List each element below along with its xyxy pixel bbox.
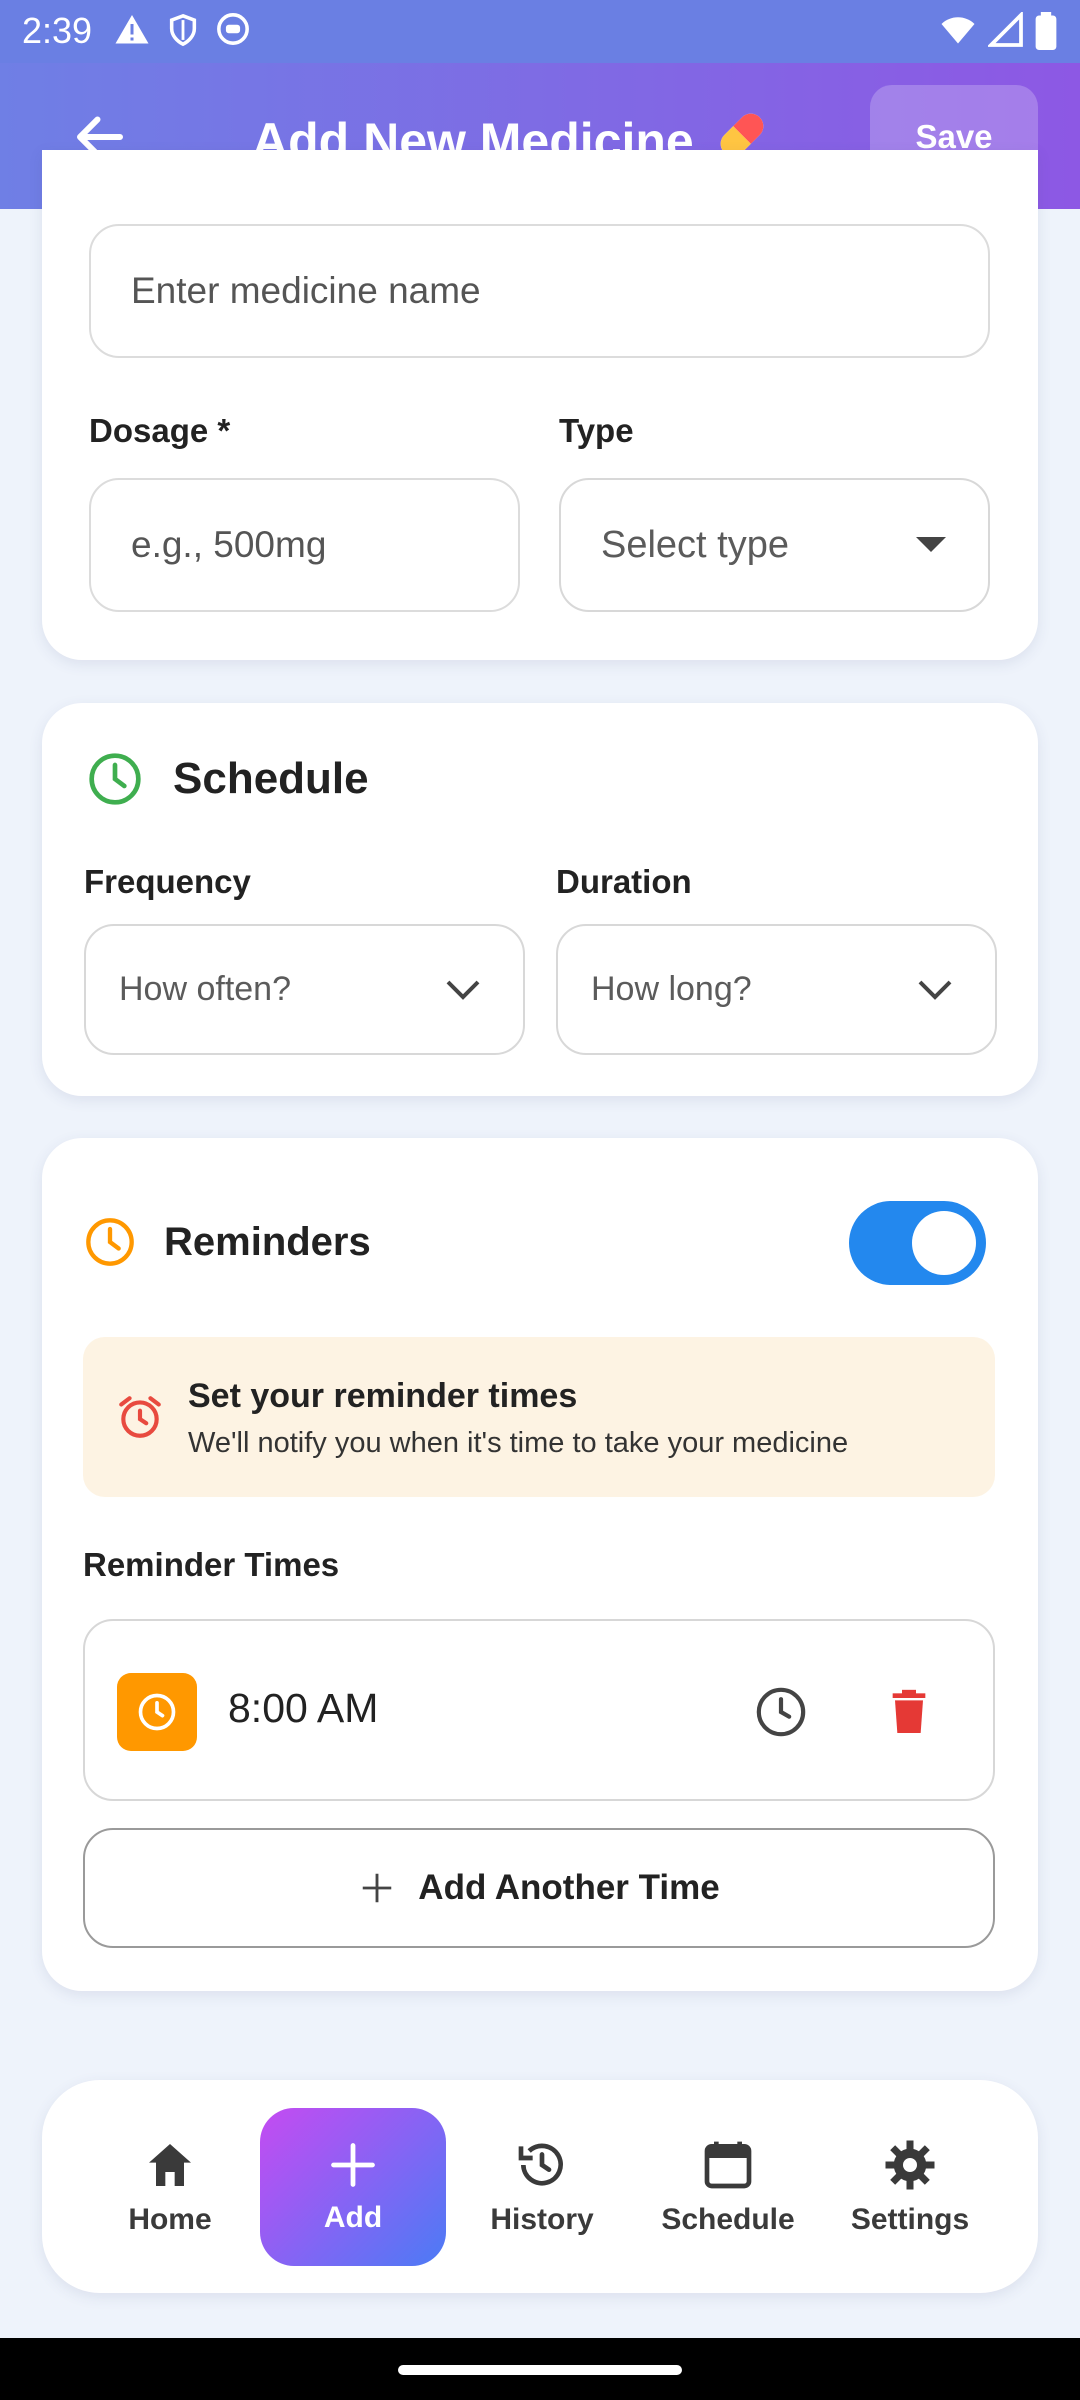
delete-time-button[interactable] <box>881 1684 937 1740</box>
duration-select-value: How long? <box>591 970 752 1008</box>
shield-icon <box>169 13 197 47</box>
reminder-times-label: Reminder Times <box>83 1546 340 1583</box>
nav-item-settings[interactable]: Settings <box>822 2080 998 2293</box>
reminders-title: Reminders <box>164 1219 371 1264</box>
medicine-info-card: Enter medicine name Dosage * e.g., 500mg… <box>42 150 1038 660</box>
nav-label-schedule: Schedule <box>661 2202 795 2236</box>
reminder-info-banner: Set your reminder times We'll notify you… <box>83 1337 995 1497</box>
reminder-info-text: We'll notify you when it's time to take … <box>188 1427 849 1459</box>
bottom-nav: Home Add History Schedule Settings <box>42 2080 1038 2293</box>
wifi-icon <box>941 17 975 44</box>
type-label: Type <box>559 412 634 449</box>
history-icon <box>518 2143 563 2186</box>
clock-icon <box>86 1218 134 1266</box>
add-another-time-label: Add Another Time <box>418 1868 720 1907</box>
type-select-value: Select type <box>601 523 789 566</box>
nav-item-add[interactable]: Add <box>260 2108 446 2266</box>
alarm-clock-icon <box>119 1396 161 1438</box>
gear-icon <box>885 2140 935 2189</box>
reminder-time-row: 8:00 AM <box>83 1619 995 1801</box>
nav-item-schedule[interactable]: Schedule <box>640 2080 816 2293</box>
calendar-icon <box>704 2141 752 2188</box>
schedule-card: Schedule Frequency How often? Duration H… <box>42 703 1038 1096</box>
warning-icon <box>115 15 149 44</box>
duration-select[interactable]: How long? <box>556 924 997 1055</box>
type-select[interactable]: Select type <box>559 478 990 612</box>
status-notification-icons <box>114 12 250 48</box>
medicine-name-input[interactable]: Enter medicine name <box>89 224 990 358</box>
clock-icon <box>89 753 141 805</box>
trash-icon <box>892 1689 926 1733</box>
reminders-card: Reminders Set your reminder times We'll … <box>42 1138 1038 1991</box>
edit-time-button[interactable] <box>753 1684 809 1740</box>
nav-label-settings: Settings <box>850 2202 970 2236</box>
schedule-header: Schedule <box>87 751 369 807</box>
battery-icon <box>1035 12 1057 50</box>
plus-icon <box>331 2143 375 2187</box>
dosage-input[interactable]: e.g., 500mg <box>89 478 520 612</box>
toggle-knob <box>912 1211 976 1275</box>
app-notification-icon <box>217 13 249 45</box>
reminders-header: Reminders <box>84 1216 371 1268</box>
frequency-select[interactable]: How often? <box>84 924 525 1055</box>
home-icon <box>149 2143 191 2186</box>
clock-icon <box>756 1687 806 1737</box>
add-another-time-button[interactable]: Add Another Time <box>83 1828 995 1948</box>
nav-label-home: Home <box>128 2202 212 2236</box>
home-indicator[interactable] <box>398 2365 682 2375</box>
status-system-icons <box>938 12 1058 50</box>
chevron-down-icon <box>446 980 480 1000</box>
schedule-title: Schedule <box>173 754 369 803</box>
frequency-label: Frequency <box>84 863 251 900</box>
reminders-toggle[interactable] <box>849 1201 986 1285</box>
reminder-time-value: 8:00 AM <box>228 1685 379 1731</box>
nav-item-history[interactable]: History <box>454 2080 630 2293</box>
duration-label: Duration <box>556 863 692 900</box>
gesture-bar <box>0 2338 1080 2400</box>
dosage-label: Dosage * <box>89 412 231 449</box>
status-time: 2:39 <box>22 10 93 51</box>
nav-label-add: Add <box>323 2201 383 2234</box>
nav-label-history: History <box>490 2202 594 2236</box>
frequency-select-value: How often? <box>119 970 291 1008</box>
reminder-info-title: Set your reminder times <box>188 1377 578 1415</box>
signal-icon <box>988 12 1023 47</box>
status-bar: 2:39 <box>0 0 1080 63</box>
nav-item-home[interactable]: Home <box>82 2080 258 2293</box>
clock-badge-icon <box>117 1673 197 1751</box>
plus-icon <box>363 1873 392 1903</box>
chevron-down-icon <box>918 980 952 1000</box>
dropdown-arrow-icon <box>916 537 946 552</box>
